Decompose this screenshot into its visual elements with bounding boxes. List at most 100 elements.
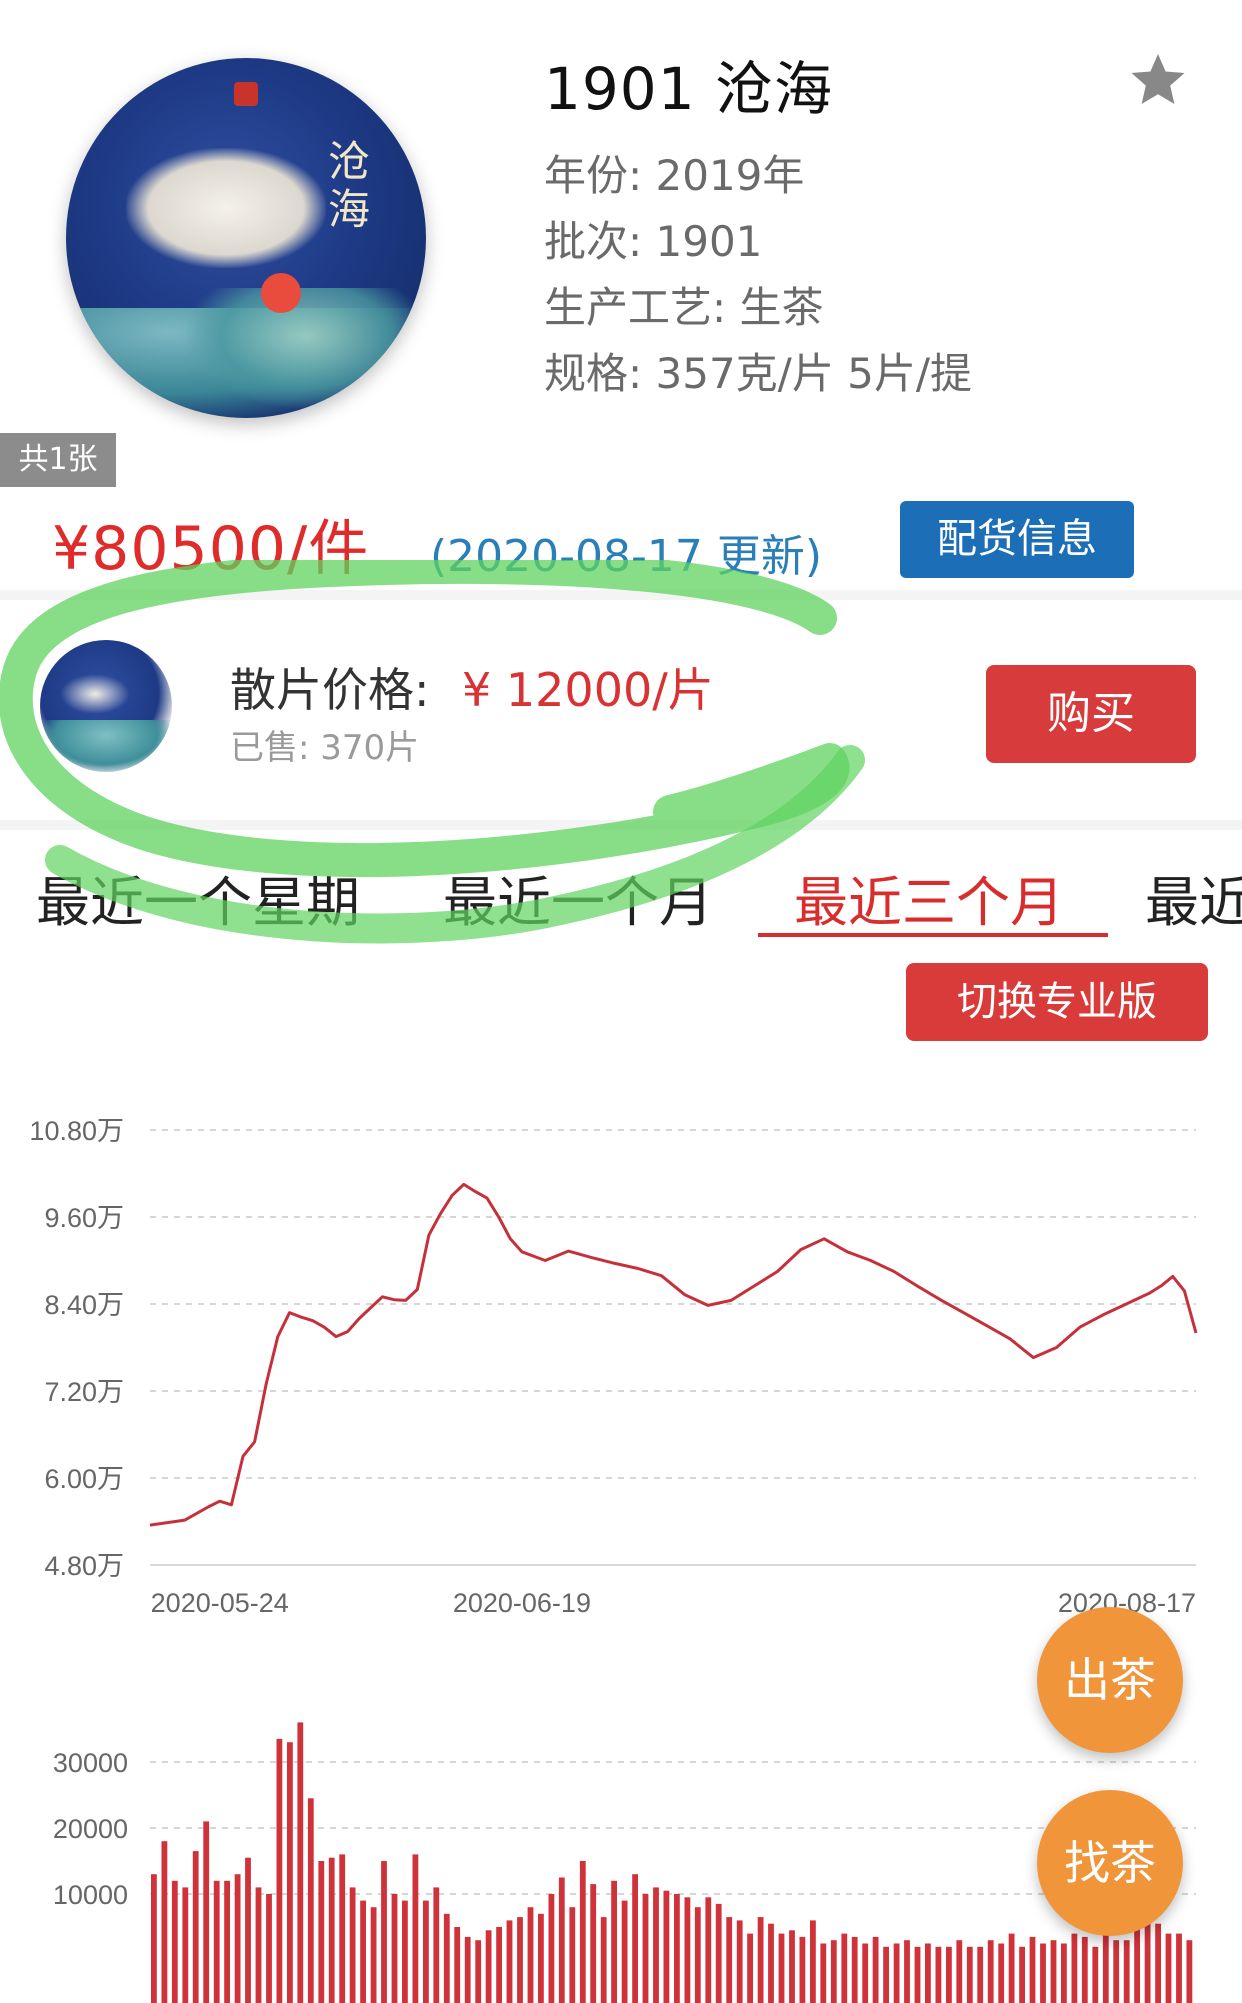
volume-bar — [757, 1917, 764, 2003]
volume-bar — [287, 1742, 293, 2003]
volume-bar — [307, 1798, 314, 2003]
volume-bar — [611, 1880, 617, 2003]
volume-bar — [653, 1887, 659, 2003]
buy-button[interactable]: 购买 — [986, 665, 1196, 763]
volume-bar — [496, 1927, 502, 2003]
volume-bar — [1071, 1933, 1078, 2003]
spec-batch: 批次: 1901 — [544, 217, 763, 266]
volume-bar — [778, 1933, 785, 2003]
volume-bar — [339, 1854, 346, 2003]
spec-size: 规格: 357克/片 5片/提 — [544, 349, 973, 398]
photo-count-badge[interactable]: 共1张 — [0, 433, 116, 487]
volume-bar — [998, 1943, 1005, 2003]
volume-bar — [1186, 1940, 1193, 2003]
volume-bar — [726, 1917, 733, 2003]
volume-bar — [1019, 1946, 1025, 2003]
hand-drawn-highlight — [0, 560, 865, 944]
volume-bar — [715, 1903, 722, 2003]
volume-bar — [810, 1920, 816, 2003]
volume-bar — [370, 1907, 377, 2003]
volume-bar — [1029, 1936, 1036, 2003]
bar-y-tick-label: 30000 — [53, 1748, 128, 1778]
volume-bar — [893, 1943, 900, 2003]
volume-bar — [1081, 1936, 1088, 2003]
volume-bar — [475, 1940, 482, 2003]
volume-bar — [883, 1946, 889, 2003]
volume-bar — [506, 1920, 513, 2003]
volume-bar — [830, 1940, 837, 2003]
volume-bar — [151, 1874, 157, 2003]
volume-bar — [590, 1884, 597, 2003]
switch-pro-version-button[interactable]: 切换专业版 — [906, 963, 1208, 1041]
volume-bar — [799, 1936, 806, 2003]
volume-bar — [548, 1894, 555, 2003]
volume-bar — [1092, 1946, 1099, 2003]
find-tea-button[interactable]: 找茶 — [1037, 1790, 1183, 1936]
volume-bar — [694, 1907, 701, 2003]
volume-bar — [872, 1936, 879, 2003]
volume-bar — [245, 1857, 251, 2003]
volume-bar — [925, 1943, 931, 2003]
line-y-tick-label: 7.20万 — [44, 1377, 124, 1407]
volume-bar — [1102, 1930, 1109, 2003]
volume-bar — [987, 1940, 994, 2003]
line-y-tick-label: 10.80万 — [29, 1116, 124, 1146]
volume-bar — [297, 1722, 304, 2003]
volume-bar — [1176, 1933, 1182, 2003]
volume-bar — [381, 1861, 387, 2003]
volume-bar — [1113, 1940, 1120, 2003]
volume-bar — [684, 1897, 691, 2003]
line-x-tick-label: 2020-05-24 — [151, 1588, 289, 1618]
volume-bar — [423, 1900, 429, 2003]
volume-bar — [464, 1936, 471, 2003]
volume-bar — [182, 1887, 189, 2003]
volume-bar — [966, 1946, 973, 2003]
volume-bar — [527, 1907, 534, 2003]
volume-bar — [203, 1821, 210, 2003]
volume-bar — [862, 1943, 869, 2003]
volume-bar — [328, 1857, 335, 2003]
volume-bar — [946, 1946, 952, 2003]
dispatch-info-button[interactable]: 配货信息 — [900, 501, 1134, 578]
volume-bar — [485, 1930, 492, 2003]
volume-bar — [851, 1936, 858, 2003]
volume-bar — [935, 1946, 942, 2003]
volume-bar — [642, 1894, 649, 2003]
volume-bar — [349, 1887, 356, 2003]
volume-bar — [841, 1933, 848, 2003]
volume-bar — [213, 1880, 220, 2003]
volume-bar — [1123, 1940, 1130, 2003]
volume-bar — [569, 1907, 576, 2003]
volume-bar — [820, 1943, 827, 2003]
sell-tea-button[interactable]: 出茶 — [1037, 1607, 1183, 1753]
volume-bar — [443, 1913, 450, 2003]
crane-illustration — [126, 148, 326, 268]
volume-bar — [517, 1917, 523, 2003]
volume-bar — [1008, 1933, 1015, 2003]
line-y-tick-label: 9.60万 — [44, 1203, 124, 1233]
volume-bar — [621, 1900, 628, 2003]
volume-bar — [318, 1861, 325, 2003]
tab-more[interactable]: 最近 — [1145, 858, 1242, 937]
volume-bar — [360, 1900, 366, 2003]
volume-bar — [1165, 1933, 1172, 2003]
volume-bar — [632, 1874, 638, 2003]
volume-bar — [276, 1738, 283, 2003]
spec-process: 生产工艺: 生茶 — [544, 283, 824, 332]
product-image[interactable]: 沧海 — [66, 58, 426, 418]
star-icon[interactable] — [1128, 50, 1188, 110]
volume-bar — [789, 1930, 795, 2003]
volume-bar — [956, 1940, 963, 2003]
price-series-line — [149, 1182, 1198, 1527]
volume-bar — [171, 1880, 178, 2003]
volume-bar — [402, 1900, 408, 2003]
volume-bar — [600, 1917, 607, 2003]
volume-bar — [904, 1940, 910, 2003]
volume-bar — [224, 1880, 230, 2003]
volume-bar — [674, 1894, 680, 2003]
line-x-tick-label: 2020-06-19 — [453, 1588, 591, 1618]
volume-bar — [579, 1861, 586, 2003]
volume-bar — [1061, 1943, 1067, 2003]
brand-logo — [234, 82, 258, 106]
volume-bar — [454, 1927, 461, 2003]
